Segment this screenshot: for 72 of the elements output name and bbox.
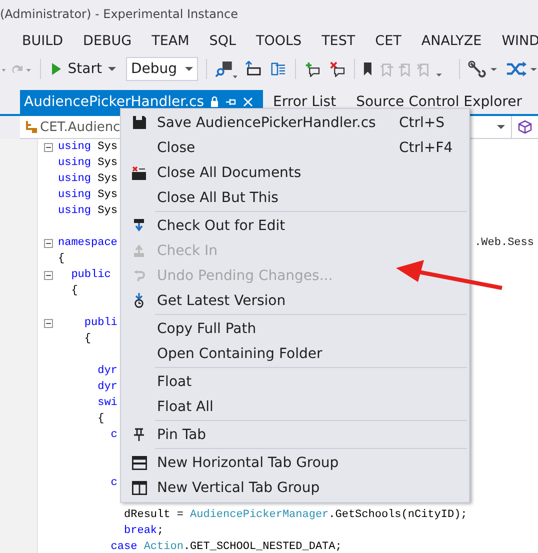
start-button[interactable]: Start [48,61,118,77]
pin-icon [134,428,144,441]
menu-item[interactable]: New Vertical Tab Group [121,475,469,500]
collapse-icon[interactable] [44,238,52,248]
menu-item[interactable]: ANALYZE [421,33,482,49]
code-line: { [96,413,104,425]
menu-item[interactable]: BUILD [22,33,64,49]
shuffle-icon[interactable] [506,60,538,78]
code-line: using Sys [58,205,118,217]
code-line: using Sys [58,189,118,201]
menu-item[interactable]: Float [121,369,469,394]
menu-item[interactable]: TEST [322,33,356,49]
horizontal-split-icon [132,456,146,470]
menu-item[interactable]: Pin Tab [121,422,469,447]
menu-item[interactable]: DEBUG [83,33,132,49]
code-line: dyr [96,381,118,393]
menu-item[interactable]: Check Out for Edit [121,213,469,238]
lock-icon [210,96,220,108]
clock-icon [134,293,144,308]
code-line: using Sys [58,173,118,185]
cube-icon [518,120,532,134]
menu-item[interactable]: Close Ctrl+F4 [121,135,469,160]
code-line: using Sys [58,157,118,169]
window-title: (Administrator) - Experimental Instance [0,7,238,21]
menu-item[interactable]: Open Containing Folder [121,341,469,366]
menu-item[interactable]: Float All [121,394,469,419]
code-line: { [83,333,92,345]
check-out-icon [134,219,144,232]
collapse-icon[interactable] [44,318,52,328]
code-line: namespace [58,237,118,249]
check-in-icon [134,244,144,257]
code-line: break; [123,525,164,537]
collapse-icon[interactable] [44,142,52,152]
class-icon [24,120,38,134]
add-comment-icon[interactable] [304,61,321,77]
menu-item[interactable]: CET [375,33,402,49]
menu-item[interactable]: TEAM [152,33,190,49]
menu-item[interactable]: Copy Full Path [121,316,469,341]
menu-item[interactable]: Close All Documents [121,160,469,185]
code-line: c [110,477,118,489]
code-line: dyr [96,365,118,377]
wrench-icon[interactable] [468,60,498,78]
code-line: dResult = AudiencePickerManager.GetSchools(nCityID); [123,509,468,521]
close-documents-icon [132,166,146,180]
bookmark-icon[interactable] [362,61,372,77]
caret-icon[interactable] [108,66,116,72]
remove-comment-icon[interactable] [328,61,346,77]
menu-item[interactable]: Close All But This [121,185,469,210]
code-line: c [110,429,118,441]
close-icon[interactable] [243,97,254,107]
menu-item[interactable]: New Horizontal Tab Group [121,450,469,475]
menu-item[interactable]: Get Latest Version [121,288,469,313]
code-line: public [70,269,111,281]
undo-icon [133,270,145,282]
play-icon [50,62,62,76]
caret-icon [185,66,194,72]
code-line: { [70,285,78,297]
collapse-icon[interactable] [44,270,52,280]
code-fragment: .Web.Sess [474,237,534,249]
find-icon[interactable] [214,59,238,79]
menu-item[interactable]: SQL [209,33,236,49]
pin-icon[interactable] [225,97,238,107]
code-line: swi [96,397,118,409]
menu-item[interactable]: TOOLS [256,33,302,49]
code-line: { [58,253,65,265]
code-line: publi [83,317,118,329]
code-line: case Action.GET_SCHOOL_NESTED_DATA; [110,541,342,553]
code-line: using Sys [58,141,118,153]
list-icon[interactable] [270,61,288,77]
caret-icon [497,124,505,130]
configuration-dropdown[interactable]: Debug [126,57,198,81]
vertical-split-icon [132,480,146,494]
